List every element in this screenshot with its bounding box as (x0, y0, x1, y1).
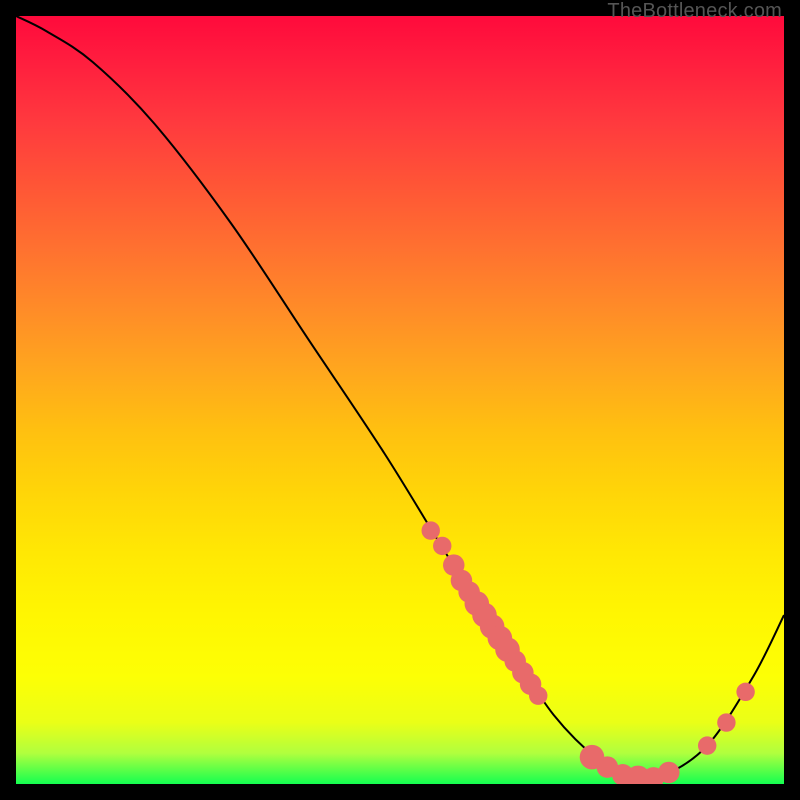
chart-marker (658, 762, 680, 784)
watermark-text: TheBottleneck.com (607, 0, 782, 23)
chart-marker (736, 683, 754, 701)
chart-curve (16, 16, 784, 779)
chart-marker (698, 736, 716, 754)
chart-marker (717, 713, 735, 731)
chart-marker (433, 537, 451, 555)
chart-svg (16, 16, 784, 784)
plot-area (16, 16, 784, 784)
chart-marker (422, 521, 440, 539)
figure-root: TheBottleneck.com (0, 0, 800, 800)
chart-markers (422, 521, 755, 784)
chart-marker (529, 686, 547, 704)
